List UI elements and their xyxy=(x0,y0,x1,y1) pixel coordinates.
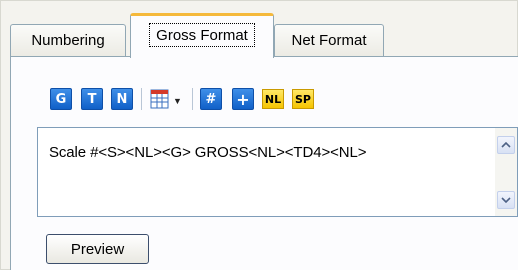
scroll-down-button[interactable] xyxy=(497,191,515,209)
insert-t-button[interactable]: T xyxy=(81,88,103,110)
gross-format-text[interactable]: Scale #<S><NL><G> GROSS<NL><TD4><NL> xyxy=(49,144,367,161)
insert-n-button[interactable]: N xyxy=(111,88,133,110)
insert-newline-button[interactable]: NL xyxy=(262,89,284,109)
insert-space-button[interactable]: SP xyxy=(292,89,314,109)
insert-g-button[interactable]: G xyxy=(50,88,72,110)
tab-gross-format-label: Gross Format xyxy=(149,23,255,47)
insert-number-label: # xyxy=(205,91,217,107)
insert-newline-label: NL xyxy=(264,92,282,106)
editor-vertical-scrollbar[interactable] xyxy=(495,128,517,216)
insert-plus-button[interactable]: + xyxy=(232,88,254,110)
insert-g-label: G xyxy=(55,91,67,107)
insert-plus-label: + xyxy=(236,89,250,109)
chevron-down-icon xyxy=(501,197,511,203)
insert-n-label: N xyxy=(116,91,128,107)
chevron-up-icon xyxy=(501,142,511,148)
insert-space-label: SP xyxy=(295,92,311,106)
preview-button[interactable]: Preview xyxy=(46,234,149,264)
tab-gross-format[interactable]: Gross Format xyxy=(130,13,274,58)
toolbar-separator xyxy=(141,88,142,110)
tab-numbering[interactable]: Numbering xyxy=(10,24,126,56)
insert-number-button[interactable]: # xyxy=(200,88,222,110)
insert-t-label: T xyxy=(87,91,97,107)
tab-net-format-label: Net Format xyxy=(291,32,367,49)
chevron-down-icon[interactable]: ▼ xyxy=(173,96,182,106)
table-dropdown-icon[interactable] xyxy=(150,88,172,110)
tab-strip: Numbering Gross Format Net Format xyxy=(10,10,518,58)
tab-net-format[interactable]: Net Format xyxy=(274,24,384,56)
scroll-up-button[interactable] xyxy=(497,136,515,154)
toolbar-separator xyxy=(192,88,193,110)
gross-format-editor[interactable]: Scale #<S><NL><G> GROSS<NL><TD4><NL> xyxy=(37,127,518,217)
tab-numbering-label: Numbering xyxy=(31,32,105,49)
preview-button-label: Preview xyxy=(70,240,125,258)
